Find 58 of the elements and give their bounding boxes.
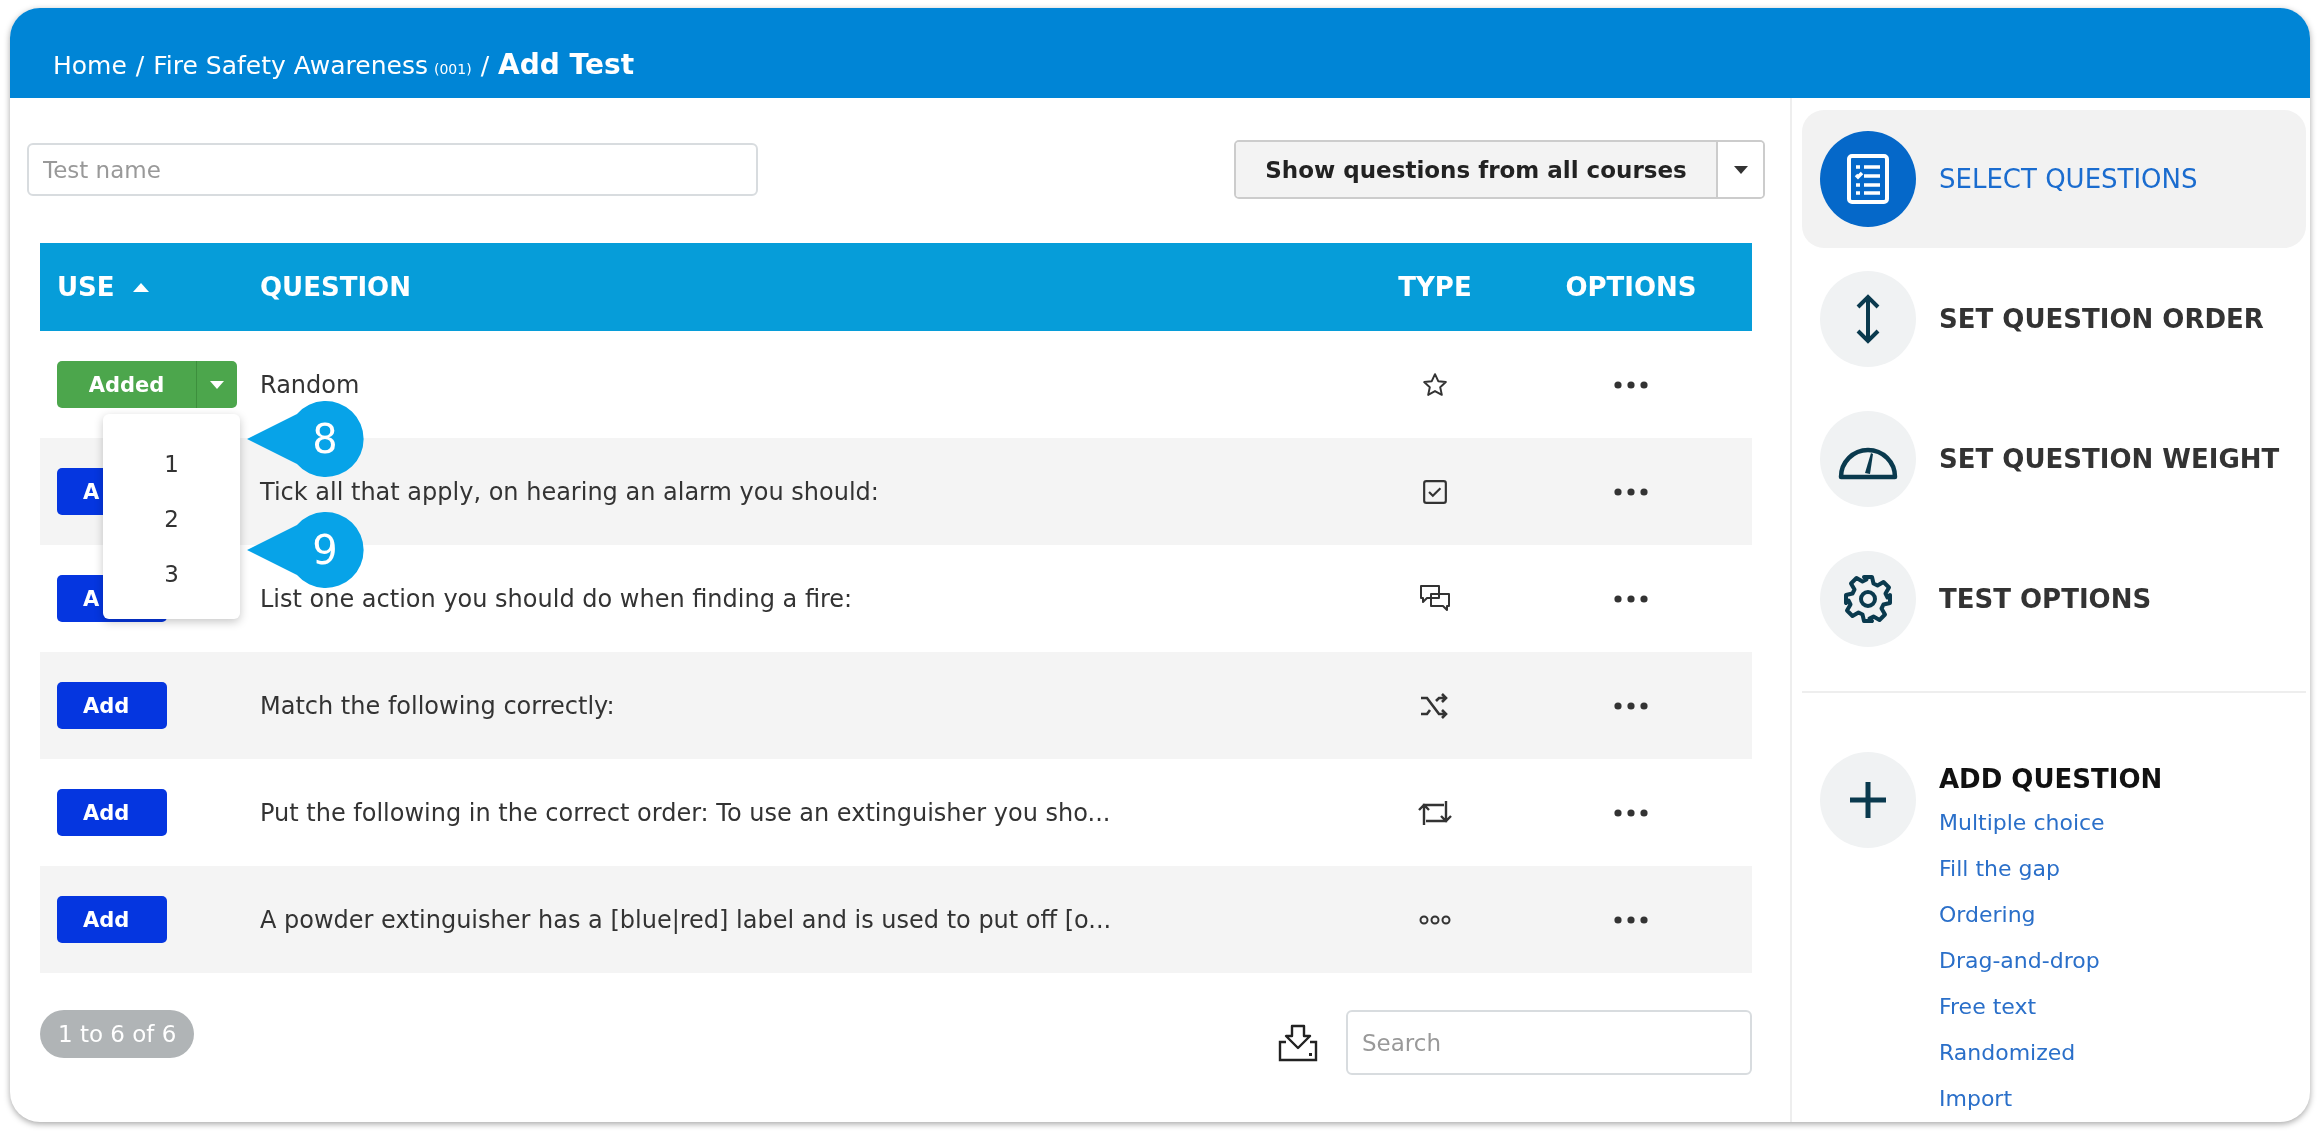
- breadcrumb-separator: /: [135, 51, 145, 80]
- caret-icon: [210, 380, 224, 389]
- download-icon[interactable]: [1278, 1023, 1318, 1062]
- column-header[interactable]: OPTIONS: [1510, 272, 1752, 302]
- repeat-icon: [1417, 798, 1453, 827]
- gear-icon: [1843, 574, 1893, 624]
- question-type-link[interactable]: Drag-and-drop: [1939, 938, 2163, 984]
- section-title: ADD QUESTION: [1939, 764, 2163, 794]
- question-type-link[interactable]: Fill the gap: [1939, 846, 2163, 892]
- more-options-icon[interactable]: [1614, 701, 1648, 710]
- step-item[interactable]: TEST OPTIONS: [1802, 530, 2306, 668]
- question-text: Put the following in the correct order: To use an extinguisher you sho...: [260, 798, 1111, 827]
- breadcrumb-separator: /: [480, 51, 490, 80]
- question-text: Match the following correctly:: [260, 691, 615, 720]
- question-text: List one action you should do when finding a fire:: [260, 584, 853, 613]
- dropdown-toggle[interactable]: [196, 361, 237, 408]
- question-type-link[interactable]: Multiple choice: [1939, 800, 2163, 846]
- breadcrumb-link[interactable]: Home: [53, 51, 127, 80]
- step-item[interactable]: SELECT QUESTIONS: [1802, 110, 2306, 248]
- chat-bubbles-icon: [1419, 583, 1451, 614]
- checkbox-icon: [1422, 478, 1448, 505]
- question-type-link[interactable]: Import: [1939, 1076, 2163, 1122]
- menu-item[interactable]: 2: [103, 491, 240, 546]
- caret-icon: [1733, 165, 1748, 174]
- course-filter-button[interactable]: Show questions from all courses: [1236, 142, 1718, 197]
- page-title: Add Test: [498, 48, 635, 81]
- column-header[interactable]: USE: [40, 272, 260, 302]
- add-button[interactable]: Add: [57, 896, 167, 943]
- question-text: Random: [260, 370, 360, 399]
- more-options-icon[interactable]: [1614, 808, 1648, 817]
- checklist-icon: [1846, 153, 1890, 205]
- added-button[interactable]: Added: [57, 361, 196, 408]
- menu-item[interactable]: 1: [103, 436, 240, 491]
- step-item[interactable]: SET QUESTION ORDER: [1802, 250, 2306, 388]
- menu-item[interactable]: 3: [103, 546, 240, 601]
- more-options-icon[interactable]: [1614, 380, 1648, 389]
- breadcrumb-link[interactable]: Fire Safety Awareness: [153, 51, 428, 80]
- column-header[interactable]: QUESTION: [260, 272, 1360, 302]
- add-button[interactable]: Add: [57, 789, 167, 836]
- question-type-link[interactable]: Free text: [1939, 984, 2163, 1030]
- step-item[interactable]: SET QUESTION WEIGHT: [1802, 390, 2306, 528]
- vertical-arrows-icon: [1855, 293, 1881, 345]
- more-options-icon[interactable]: [1614, 915, 1648, 924]
- pagination-badge: 1 to 6 of 6: [40, 1010, 195, 1058]
- star-icon: [1422, 371, 1448, 398]
- plus-icon: [1848, 780, 1888, 820]
- search-field[interactable]: Search: [1346, 1010, 1752, 1075]
- add-button[interactable]: Add: [57, 682, 167, 729]
- column-header[interactable]: TYPE: [1360, 272, 1510, 302]
- question-type-link[interactable]: Ordering: [1939, 892, 2163, 938]
- test-name-field[interactable]: Test name: [27, 143, 758, 196]
- more-options-icon[interactable]: [1614, 594, 1648, 603]
- question-text: A powder extinguisher has a [blue|red] label and is used to put off [o...: [260, 905, 1112, 934]
- question-type-link[interactable]: Randomized: [1939, 1030, 2163, 1076]
- ellipsis-icon: [1419, 914, 1451, 925]
- question-text: Tick all that apply, on hearing an alarm you should:: [260, 477, 879, 506]
- more-options-icon[interactable]: [1614, 487, 1648, 496]
- course-code: (001): [434, 61, 472, 77]
